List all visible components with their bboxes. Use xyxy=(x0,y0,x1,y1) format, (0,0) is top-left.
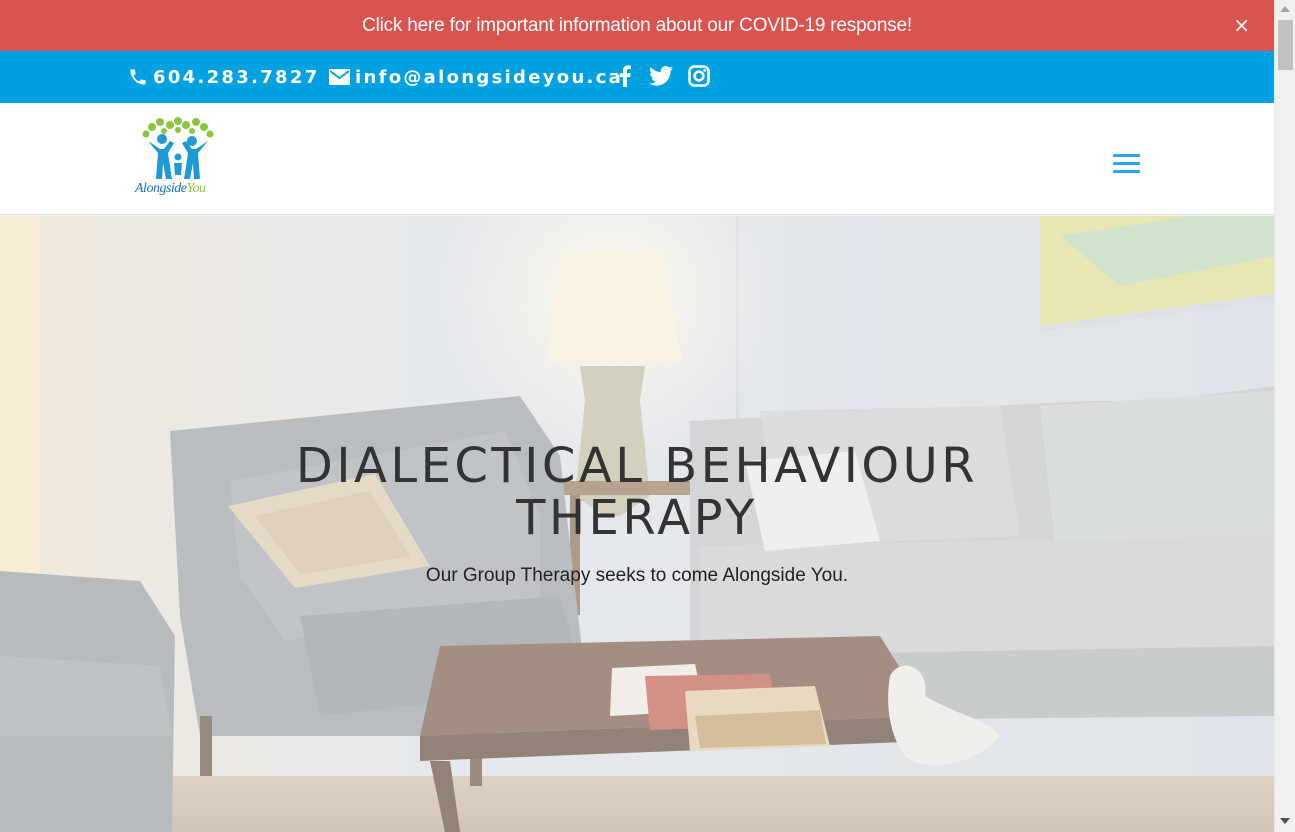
facebook-icon[interactable] xyxy=(612,62,638,90)
phone-icon xyxy=(128,67,148,87)
logo-text: AlongsideYou xyxy=(135,181,206,196)
close-icon[interactable]: × xyxy=(1233,13,1250,37)
site-logo[interactable]: AlongsideYou xyxy=(130,117,226,201)
scroll-up-arrow-icon[interactable] xyxy=(1280,6,1290,12)
hero-subtitle: Our Group Therapy seeks to come Alongsid… xyxy=(425,565,849,586)
scroll-down-arrow-icon[interactable] xyxy=(1280,818,1290,824)
page-scrollbar[interactable] xyxy=(1274,0,1295,832)
covid-banner-link[interactable]: Click here for important information abo… xyxy=(362,15,912,37)
email-icon xyxy=(329,69,350,85)
email-link[interactable]: info@alongsideyou.ca xyxy=(329,51,623,103)
phone-link[interactable]: 604.283.7827 xyxy=(128,51,320,103)
hamburger-menu-icon[interactable] xyxy=(1113,154,1140,174)
hero-title: DIALECTICAL BEHAVIOUR THERAPY xyxy=(295,438,979,546)
twitter-icon[interactable] xyxy=(648,62,674,90)
logo-tree-icon xyxy=(142,117,214,179)
phone-number[interactable]: 604.283.7827 xyxy=(153,67,320,88)
hero-section: DIALECTICAL BEHAVIOUR THERAPY Our Group … xyxy=(0,216,1274,832)
email-address[interactable]: info@alongsideyou.ca xyxy=(355,67,623,88)
instagram-icon[interactable] xyxy=(686,62,712,90)
scrollbar-thumb[interactable] xyxy=(1278,20,1293,70)
page: Click here for important information abo… xyxy=(0,0,1274,832)
site-header: AlongsideYou xyxy=(0,103,1274,215)
covid-banner[interactable]: Click here for important information abo… xyxy=(0,0,1274,51)
